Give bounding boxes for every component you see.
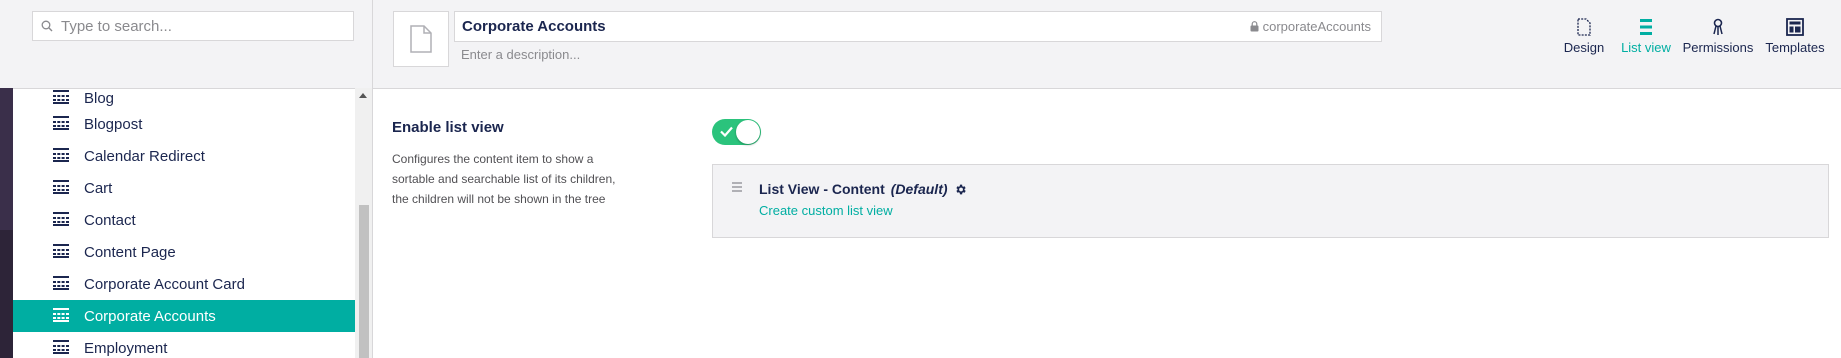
list-view-settings: Enable list view Configures the content … xyxy=(373,89,1841,358)
alias-field[interactable]: corporateAccounts xyxy=(1250,19,1371,34)
tree-item-calendar-redirect[interactable]: Calendar Redirect xyxy=(13,140,355,172)
search-box[interactable] xyxy=(32,11,354,41)
doctype-grid-icon xyxy=(53,212,69,226)
name-field[interactable]: Corporate Accounts corporateAccounts xyxy=(454,11,1382,42)
toggle-knob xyxy=(736,120,760,144)
description-field[interactable]: Enter a description... xyxy=(461,47,580,62)
app-switcher: Design List view Permissions Templates xyxy=(1553,0,1841,88)
tree-item-corporate-accounts[interactable]: Corporate Accounts xyxy=(13,300,355,332)
doctype-grid-icon xyxy=(53,116,69,130)
enable-list-view-label: Enable list view xyxy=(392,119,504,136)
tree-item-label: Corporate Account Card xyxy=(84,275,245,293)
doctype-grid-icon xyxy=(53,276,69,290)
tree-item-label: Content Page xyxy=(84,243,176,261)
app-label: Templates xyxy=(1765,40,1825,55)
tree-item-employment[interactable]: Employment xyxy=(13,332,355,358)
tree-item-label: Blogpost xyxy=(84,115,143,133)
search-input[interactable] xyxy=(59,16,343,36)
doctype-grid-icon xyxy=(53,308,69,322)
doctype-grid-icon xyxy=(53,90,69,104)
document-icon xyxy=(1577,18,1591,36)
create-custom-list-view-link[interactable]: Create custom list view xyxy=(759,203,893,218)
tree-item-label: Blog xyxy=(84,89,115,107)
tree-item-label: Employment xyxy=(84,339,168,357)
scroll-up-arrow-icon[interactable] xyxy=(359,93,367,98)
layout-icon xyxy=(1786,18,1804,36)
scroll-thumb[interactable] xyxy=(359,205,369,358)
gear-icon[interactable] xyxy=(954,183,967,196)
doctype-grid-icon xyxy=(53,180,69,194)
section-strip-mid xyxy=(0,230,13,358)
enable-list-view-toggle[interactable] xyxy=(712,119,761,145)
tree-item-label: Calendar Redirect xyxy=(84,147,205,165)
app-label: Design xyxy=(1563,40,1605,55)
app-list-view[interactable]: List view xyxy=(1615,0,1677,88)
doctype-grid-icon xyxy=(53,340,69,354)
doctype-icon-picker[interactable] xyxy=(393,11,449,67)
doctype-grid-icon xyxy=(53,148,69,162)
section-strip-top xyxy=(0,0,13,88)
app-design[interactable]: Design xyxy=(1553,0,1615,88)
check-icon xyxy=(720,126,733,137)
tree-item-contact[interactable]: Contact xyxy=(13,204,355,236)
drag-handle-icon[interactable] xyxy=(732,182,742,194)
app-permissions[interactable]: Permissions xyxy=(1677,0,1759,88)
list-view-config-box: List View - Content (Default) Create cus… xyxy=(712,164,1829,238)
doctype-name[interactable]: Corporate Accounts xyxy=(462,18,606,35)
editor-header: Corporate Accounts corporateAccounts Ent… xyxy=(373,0,1841,89)
doctype-grid-icon xyxy=(53,244,69,258)
app-label: List view xyxy=(1621,40,1671,55)
tree-item-cart[interactable]: Cart xyxy=(13,172,355,204)
alias-text: corporateAccounts xyxy=(1262,19,1371,34)
tree-panel: Blog Blogpost Calendar Redirect Cart Con… xyxy=(13,0,373,358)
app-templates[interactable]: Templates xyxy=(1759,0,1831,88)
list-icon xyxy=(1640,19,1652,35)
tree-item-label: Corporate Accounts xyxy=(84,307,216,325)
lock-icon[interactable] xyxy=(1250,21,1259,32)
tree-item-label: Cart xyxy=(84,179,113,197)
section-strip xyxy=(0,0,13,358)
tree-list: Blog Blogpost Calendar Redirect Cart Con… xyxy=(13,88,355,358)
search-area xyxy=(13,0,372,89)
enable-list-view-description: Configures the content item to show a so… xyxy=(392,152,616,206)
tree-item-blogpost[interactable]: Blogpost xyxy=(13,108,355,140)
document-icon xyxy=(410,25,432,53)
list-view-default-tag: (Default) xyxy=(890,181,948,197)
tree-scrollbar[interactable] xyxy=(355,88,372,358)
app-label: Permissions xyxy=(1682,40,1754,55)
keychain-icon xyxy=(1713,18,1723,35)
tree-item-corporate-account-card[interactable]: Corporate Account Card xyxy=(13,268,355,300)
tree-item-label: Contact xyxy=(84,211,136,229)
search-icon xyxy=(41,20,53,32)
tree-item-content-page[interactable]: Content Page xyxy=(13,236,355,268)
list-view-title: List View - Content (Default) xyxy=(759,181,967,197)
list-view-name: List View - Content xyxy=(759,181,885,197)
